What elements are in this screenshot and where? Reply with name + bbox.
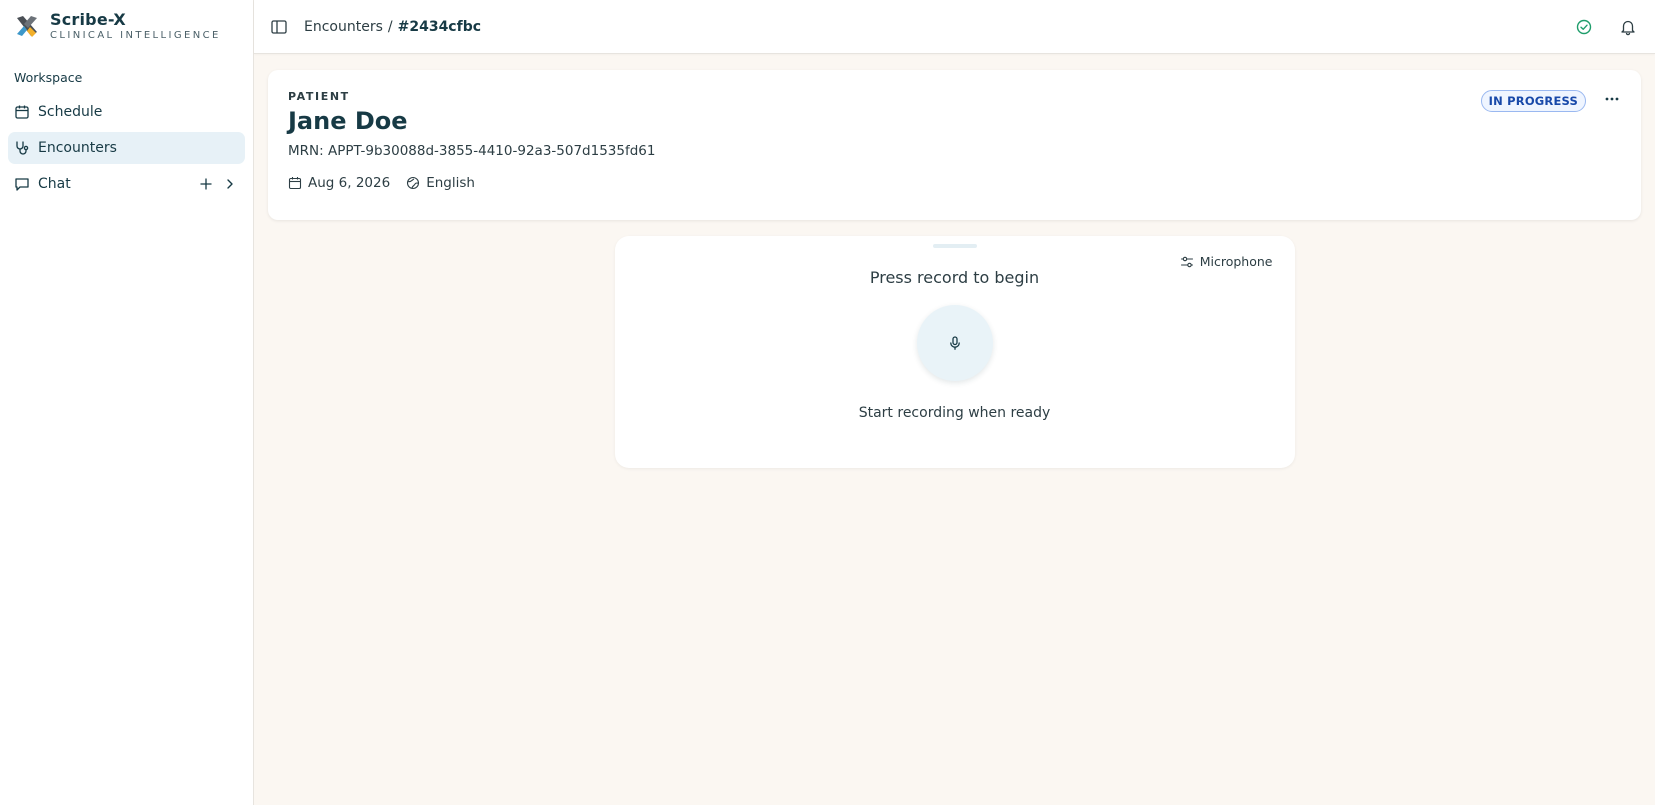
sidebar-item-chat[interactable]: Chat (8, 168, 245, 200)
brand[interactable]: Scribe-X CLINICAL INTELLIGENCE (8, 0, 245, 52)
sidebar-nav: Schedule Encounters Chat (8, 96, 245, 200)
sidebar-item-label: Chat (38, 176, 71, 192)
topbar-actions (1575, 18, 1639, 36)
bell-icon[interactable] (1619, 18, 1637, 36)
breadcrumb: Encounters / #2434cfbc (304, 19, 481, 35)
check-circle-icon[interactable] (1575, 18, 1593, 36)
sidebar-item-schedule[interactable]: Schedule (8, 96, 245, 128)
brand-subtitle: CLINICAL INTELLIGENCE (50, 29, 221, 41)
drag-handle[interactable] (932, 244, 977, 248)
patient-overline: PATIENT (288, 90, 350, 103)
patient-meta: Aug 6, 2026 English (288, 175, 1621, 191)
encounter-content: PATIENT Jane Doe MRN: APPT-9b30088d-3855… (254, 54, 1655, 484)
status-badge: IN PROGRESS (1480, 90, 1586, 112)
app-root: Scribe-X CLINICAL INTELLIGENCE Workspace… (0, 0, 1655, 805)
more-options-icon[interactable] (1603, 90, 1621, 108)
brand-name: Scribe-X (50, 9, 126, 29)
microphone-icon (947, 335, 963, 351)
brand-text: Scribe-X CLINICAL INTELLIGENCE (50, 9, 221, 42)
patient-card: PATIENT Jane Doe MRN: APPT-9b30088d-3855… (268, 70, 1641, 220)
calendar-icon (14, 104, 30, 120)
encounter-date: Aug 6, 2026 (288, 175, 390, 191)
sidebar: Scribe-X CLINICAL INTELLIGENCE Workspace… (0, 0, 254, 805)
calendar-icon (288, 176, 302, 190)
chevron-right-icon[interactable] (223, 177, 237, 191)
topbar: Encounters / #2434cfbc (254, 0, 1655, 54)
scribe-x-logo-icon (14, 13, 40, 39)
microphone-selector[interactable]: Microphone (1180, 254, 1273, 269)
main-area: Encounters / #2434cfbc PATIENT Jane Doe … (254, 0, 1655, 805)
record-button[interactable] (916, 305, 993, 381)
section-label-workspace: Workspace (14, 70, 83, 85)
globe-icon (406, 176, 420, 190)
microphone-label: Microphone (1199, 254, 1273, 269)
stethoscope-icon (14, 140, 30, 156)
encounter-language: English (406, 175, 475, 191)
encounter-date-value: Aug 6, 2026 (308, 175, 391, 191)
breadcrumb-separator: / (387, 18, 393, 35)
breadcrumb-parent[interactable]: Encounters (304, 19, 383, 35)
breadcrumb-current: #2434cfbc (397, 18, 482, 35)
plus-icon[interactable] (199, 177, 213, 191)
sidebar-item-encounters[interactable]: Encounters (8, 132, 245, 164)
sidebar-item-label: Schedule (38, 104, 103, 120)
record-hint: Start recording when ready (858, 405, 1051, 421)
patient-name: Jane Doe (288, 107, 408, 135)
patient-mrn: MRN: APPT-9b30088d-3855-4410-92a3-507d15… (288, 143, 656, 159)
sidebar-item-label: Encounters (38, 140, 117, 156)
encounter-language-value: English (426, 175, 475, 191)
chat-icon (14, 176, 30, 192)
recorder-card: Microphone Press record to begin Start r… (614, 236, 1295, 468)
sidebar-toggle-icon[interactable] (270, 18, 288, 36)
sliders-icon (1180, 255, 1194, 269)
chat-actions (199, 177, 237, 191)
